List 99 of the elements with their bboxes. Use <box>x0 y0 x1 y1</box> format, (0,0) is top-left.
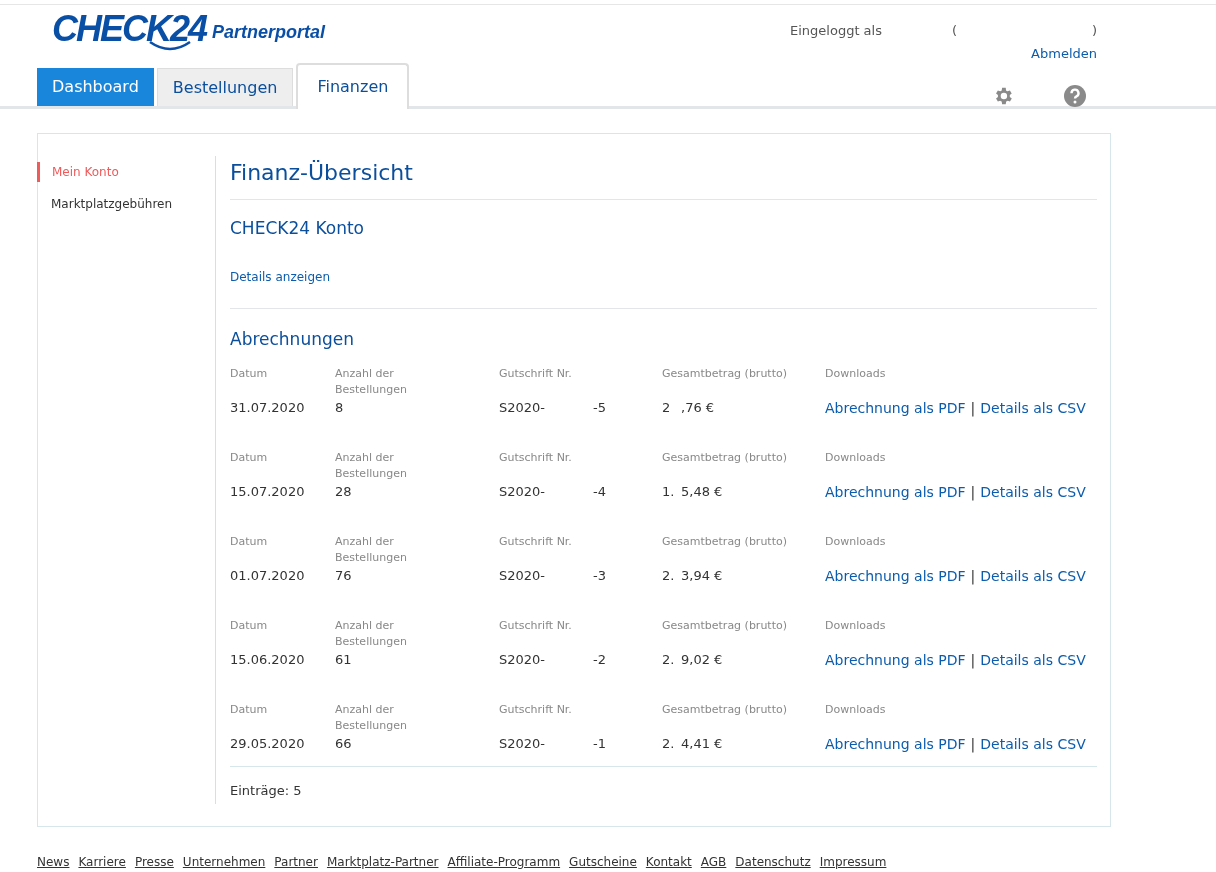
column-label: Anzahl der Bestellungen <box>335 702 408 734</box>
column-label: Gutschrift Nr. <box>499 534 573 550</box>
date-text: 15.06.2020 <box>230 651 305 669</box>
footer-link[interactable]: Marktplatz-Partner <box>326 853 439 871</box>
order-count: 8 <box>335 399 344 417</box>
order-count: 66 <box>335 735 352 753</box>
amount-text: 4,41 € <box>681 735 723 753</box>
footer-link[interactable]: Unternehmen <box>182 853 266 871</box>
column-label: Anzahl der Bestellungen <box>335 450 408 482</box>
pdf-download-link[interactable]: Abrechnung als PDF <box>825 399 966 417</box>
column-label: Datum <box>230 534 269 550</box>
pdf-download-link[interactable]: Abrechnung als PDF <box>825 483 966 501</box>
nav-tab[interactable]: Bestellungen <box>156 68 294 106</box>
column-label: Datum <box>230 366 269 382</box>
sidebar-item[interactable]: Marktplatzgebühren <box>37 194 215 214</box>
date-text: 31.07.2020 <box>230 399 305 417</box>
footer-link[interactable]: Partner <box>274 853 318 871</box>
column-label: Anzahl der Bestellungen <box>335 618 408 650</box>
column-label: Gutschrift Nr. <box>499 702 573 718</box>
date-text: 15.07.2020 <box>230 483 305 501</box>
credit-number: -1 <box>593 735 606 753</box>
paren-text: ) <box>1091 22 1097 40</box>
column-label: Anzahl der Bestellungen <box>335 534 408 566</box>
nav-tab[interactable]: Dashboard <box>37 68 154 106</box>
footer-link[interactable]: Karriere <box>78 853 126 871</box>
column-label: Downloads <box>825 366 887 382</box>
csv-download-link[interactable]: Details als CSV <box>980 399 1086 417</box>
logout-link[interactable]: Abmelden <box>1031 43 1097 63</box>
credit-number: -5 <box>593 399 606 417</box>
column-label: Anzahl der Bestellungen <box>335 366 408 398</box>
column-label: Downloads <box>825 450 887 466</box>
order-count: 76 <box>335 567 352 585</box>
footer-link[interactable]: Gutscheine <box>569 853 637 871</box>
column-label: Gutschrift Nr. <box>499 366 573 382</box>
date-text: 29.05.2020 <box>230 735 305 753</box>
amount-text: 2 <box>662 399 672 417</box>
column-label: Gesamtbetrag (brutto) <box>662 366 788 382</box>
credit-number: -3 <box>593 567 606 585</box>
order-count: 61 <box>335 651 352 669</box>
credit-number: -2 <box>593 651 606 669</box>
credit-number: S2020- <box>499 735 547 753</box>
csv-download-link[interactable]: Details als CSV <box>980 735 1086 753</box>
separator-text: | <box>970 567 976 585</box>
column-label: Datum <box>230 702 269 718</box>
logo-wordmark[interactable]: CHECK24 <box>52 11 207 48</box>
column-label: Gesamtbetrag (brutto) <box>662 534 788 550</box>
amount-text: 2. <box>662 735 676 753</box>
credit-number: S2020- <box>499 483 547 501</box>
page-title: Finanz-Übersicht <box>230 156 1097 200</box>
separator-text: | <box>970 651 976 669</box>
footer-link[interactable]: Affiliate-Programm <box>447 853 561 871</box>
help-icon[interactable] <box>1064 85 1086 107</box>
logo-arc-icon <box>148 40 192 52</box>
column-label: Downloads <box>825 618 887 634</box>
column-label: Gesamtbetrag (brutto) <box>662 702 788 718</box>
separator-text: | <box>970 483 976 501</box>
nav-tab[interactable]: Finanzen <box>296 63 410 109</box>
logo-subtitle: Partnerportal <box>212 21 326 44</box>
csv-download-link[interactable]: Details als CSV <box>980 651 1086 669</box>
separator-text: | <box>970 399 976 417</box>
column-label: Datum <box>230 450 269 466</box>
entries-count: Einträge: 5 <box>230 782 303 800</box>
column-label: Gutschrift Nr. <box>499 618 573 634</box>
pdf-download-link[interactable]: Abrechnung als PDF <box>825 567 966 585</box>
logged-in-label: Eingeloggt als <box>790 22 882 40</box>
credit-number: -4 <box>593 483 606 501</box>
amount-text: 5,48 € <box>681 483 723 501</box>
column-label: Datum <box>230 618 269 634</box>
footer-link[interactable]: AGB <box>700 853 727 871</box>
footer-link[interactable]: Impressum <box>819 853 887 871</box>
separator-text: | <box>970 735 976 753</box>
column-label: Gesamtbetrag (brutto) <box>662 618 788 634</box>
section-title: CHECK24 Konto <box>230 217 365 240</box>
column-label: Downloads <box>825 534 887 550</box>
column-label: Gesamtbetrag (brutto) <box>662 450 788 466</box>
section-title: Abrechnungen <box>230 327 355 351</box>
credit-number: S2020- <box>499 399 547 417</box>
footer-link[interactable]: News <box>37 853 70 871</box>
amount-text: 2. <box>662 651 676 669</box>
amount-text: 3,94 € <box>681 567 723 585</box>
order-count: 28 <box>335 483 352 501</box>
pdf-download-link[interactable]: Abrechnung als PDF <box>825 735 966 753</box>
footer-link[interactable]: Datenschutz <box>735 853 811 871</box>
amount-text: 9,02 € <box>681 651 723 669</box>
pdf-download-link[interactable]: Abrechnung als PDF <box>825 651 966 669</box>
details-link[interactable]: Details anzeigen <box>230 269 330 284</box>
credit-number: S2020- <box>499 651 547 669</box>
column-label: Gutschrift Nr. <box>499 450 573 466</box>
amount-text: 1. <box>662 483 676 501</box>
footer-link[interactable]: Presse <box>134 853 174 871</box>
amount-text: 2. <box>662 567 676 585</box>
column-label: Downloads <box>825 702 887 718</box>
paren-text: ( <box>951 22 958 40</box>
amount-text: ,76 € <box>681 399 715 417</box>
csv-download-link[interactable]: Details als CSV <box>980 483 1086 501</box>
credit-number: S2020- <box>499 567 547 585</box>
csv-download-link[interactable]: Details als CSV <box>980 567 1086 585</box>
footer-link[interactable]: Kontakt <box>645 853 692 871</box>
date-text: 01.07.2020 <box>230 567 305 585</box>
